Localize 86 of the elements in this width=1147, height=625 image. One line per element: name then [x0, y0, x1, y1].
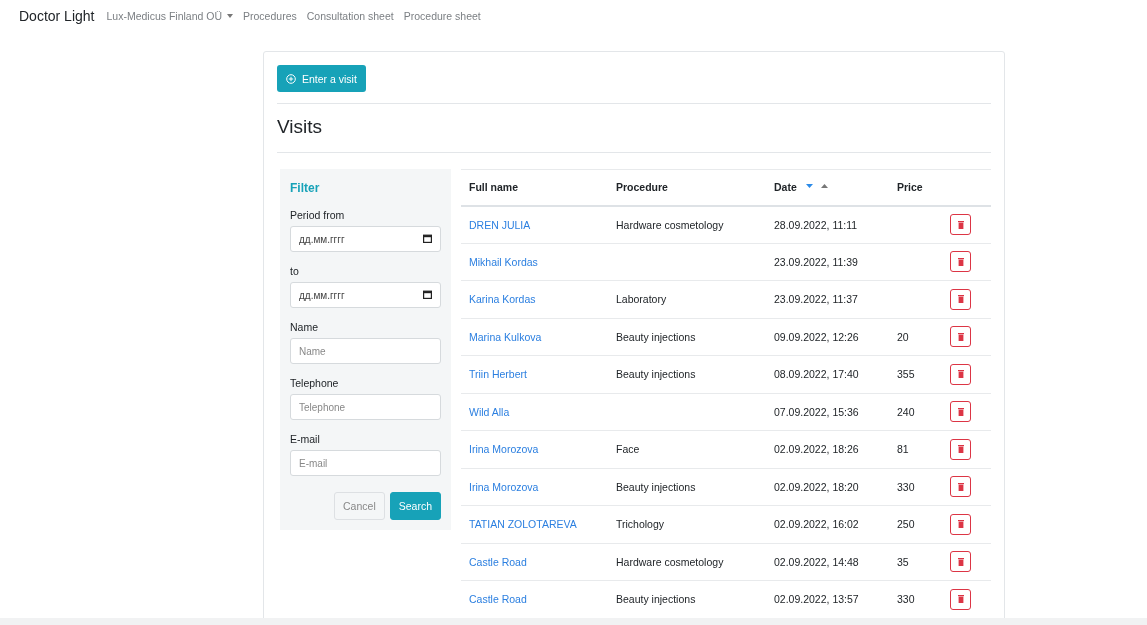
field-label: Telephone — [290, 377, 340, 389]
trash-icon — [957, 520, 964, 529]
calendar-icon — [423, 234, 432, 243]
calendar-icon — [423, 290, 432, 299]
table-cell: 08.09.2022, 17:40 — [766, 355, 889, 393]
filter-title: Filter — [290, 181, 321, 195]
table-cell: 09.09.2022, 12:26 — [766, 318, 889, 356]
table-cell: 02.09.2022, 18:20 — [766, 468, 889, 506]
column-header: Procedure — [608, 169, 766, 206]
patient-name-link[interactable]: Triin Herbert — [469, 368, 527, 381]
search-button[interactable]: Search — [389, 492, 441, 520]
trash-icon — [957, 407, 964, 416]
delete-button[interactable] — [950, 476, 971, 498]
page-title: Visits — [277, 116, 324, 138]
patient-name-link[interactable]: Mikhail Kordas — [469, 255, 538, 268]
table-cell: 02.09.2022, 16:02 — [766, 505, 889, 543]
plus-circle-icon — [286, 73, 296, 84]
patient-name-link[interactable]: TATIAN ZOLOTAREVA — [469, 518, 577, 531]
field-label: Period from — [290, 209, 346, 221]
patient-name-link[interactable]: Irina Morozova — [469, 443, 539, 456]
table-cell: 02.09.2022, 14:48 — [766, 543, 889, 581]
table-cell: Trichology — [608, 505, 766, 543]
table-cell: 250 — [889, 505, 942, 543]
patient-name-link[interactable]: Castle Road — [469, 593, 527, 606]
delete-button[interactable] — [950, 401, 971, 423]
trash-icon — [957, 482, 964, 491]
delete-button[interactable] — [950, 588, 971, 610]
table-cell: Beauty injections — [608, 468, 766, 506]
patient-name-link[interactable]: DREN JULIA — [469, 218, 531, 231]
date-field[interactable]: дд.мм.гггг — [290, 226, 441, 252]
table-cell: 35 — [889, 543, 942, 581]
delete-button[interactable] — [950, 513, 971, 535]
input-field[interactable]: Telephone — [290, 394, 441, 420]
patient-name-link[interactable]: Wild Alla — [469, 405, 510, 418]
trash-icon — [957, 557, 964, 566]
table-cell: 330 — [889, 468, 942, 506]
date-field[interactable]: дд.мм.гггг — [290, 282, 441, 308]
input-field[interactable]: Name — [290, 338, 441, 364]
trash-icon — [957, 332, 964, 341]
nav-link[interactable]: Consultation sheet — [306, 10, 394, 22]
nav-link[interactable]: Procedures — [243, 10, 297, 22]
cancel-button[interactable]: Cancel — [334, 492, 385, 520]
enter-visit-button[interactable]: Enter a visit — [277, 65, 366, 92]
nav-link[interactable]: Procedure sheet — [403, 10, 481, 22]
patient-name-link[interactable]: Irina Morozova — [469, 480, 539, 493]
trash-icon — [957, 595, 964, 604]
table-cell: 20 — [889, 318, 942, 356]
caret-icon — [227, 14, 234, 18]
table-cell: Hardware cosmetology — [608, 543, 766, 581]
table-cell: 81 — [889, 430, 942, 468]
delete-button[interactable] — [950, 326, 971, 348]
field-label: E-mail — [290, 433, 321, 445]
trash-icon — [957, 220, 964, 229]
column-header[interactable]: Date — [766, 169, 889, 206]
delete-button[interactable] — [950, 363, 971, 385]
delete-button[interactable] — [950, 438, 971, 460]
trash-icon — [957, 370, 964, 379]
trash-icon — [957, 295, 964, 304]
field-label: to — [290, 265, 300, 277]
trash-icon — [957, 445, 964, 454]
field-label: Name — [290, 321, 319, 333]
column-header: Price — [889, 169, 942, 206]
table-cell: 355 — [889, 355, 942, 393]
table-cell: 07.09.2022, 15:36 — [766, 393, 889, 431]
patient-name-link[interactable]: Marina Kulkova — [469, 330, 542, 343]
delete-button[interactable] — [950, 288, 971, 310]
table-cell: 23.09.2022, 11:37 — [766, 280, 889, 318]
table-cell: 23.09.2022, 11:39 — [766, 243, 889, 281]
table-cell: 240 — [889, 393, 942, 431]
nav-dropdown[interactable]: Lux-Medicus Finland OÜ — [106, 10, 234, 22]
patient-name-link[interactable]: Castle Road — [469, 555, 527, 568]
delete-button[interactable] — [950, 251, 971, 273]
table-cell: Hardware cosmetology — [608, 205, 766, 243]
table-cell: Face — [608, 430, 766, 468]
brand-logo[interactable]: Doctor Light — [19, 8, 95, 24]
table-cell: Laboratory — [608, 280, 766, 318]
table-cell: Beauty injections — [608, 355, 766, 393]
table-cell: Beauty injections — [608, 318, 766, 356]
table-cell: 02.09.2022, 18:26 — [766, 430, 889, 468]
table-cell: 28.09.2022, 11:11 — [766, 205, 889, 243]
trash-icon — [957, 257, 964, 266]
patient-name-link[interactable]: Karina Kordas — [469, 293, 536, 306]
column-header: Full name — [461, 169, 608, 206]
delete-button[interactable] — [950, 551, 971, 573]
delete-button[interactable] — [950, 214, 971, 235]
input-field[interactable]: E-mail — [290, 450, 441, 476]
